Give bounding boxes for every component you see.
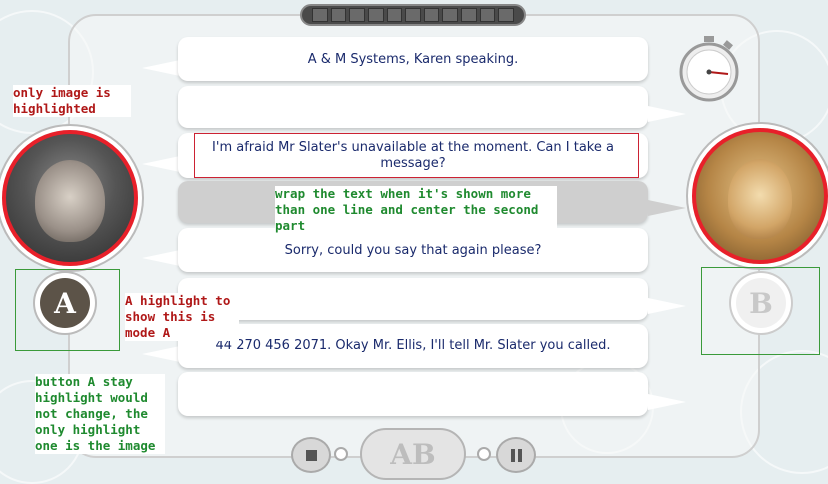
pause-icon <box>510 448 522 462</box>
stop-button[interactable] <box>291 437 331 473</box>
dialogue-bubble-5[interactable]: Sorry, could you say that again please? <box>178 228 648 272</box>
dialogue-bubble-1[interactable]: A & M Systems, Karen speaking. <box>178 37 648 81</box>
dialogue-text: Sorry, could you say that again please? <box>284 242 542 258</box>
bubble-tail <box>648 200 686 216</box>
mode-ab-button[interactable]: AB <box>360 428 466 480</box>
dialogue-bubble-8[interactable] <box>178 372 648 416</box>
mode-ab-label: AB <box>390 437 436 471</box>
annotation-note: wrap the text when it's shown more than … <box>275 186 557 234</box>
dialogue-text: A & M Systems, Karen speaking. <box>307 51 519 67</box>
annotation-note: only image is highlighted <box>13 85 131 117</box>
stop-icon <box>305 449 317 461</box>
speaker-b-portrait[interactable] <box>692 128 828 264</box>
face-icon <box>35 159 105 242</box>
mode-b-label: B <box>749 286 773 320</box>
mode-b-button[interactable]: B <box>736 278 786 328</box>
bubble-tail <box>142 250 180 266</box>
indicator-dot <box>334 447 348 461</box>
dialogue-bubble-7[interactable]: 44 270 456 2071. Okay Mr. Ellis, I'll te… <box>178 324 648 368</box>
indicator-dot <box>477 447 491 461</box>
stopwatch-icon <box>676 34 742 102</box>
annotation-note: A highlight to show this is mode A <box>125 293 239 341</box>
annotation-note: button A stay highlight would not change… <box>35 374 165 454</box>
dialogue-text: 44 270 456 2071. Okay Mr. Ellis, I'll te… <box>215 338 611 353</box>
bubble-tail <box>142 60 180 76</box>
mode-a-button[interactable]: A <box>40 278 90 328</box>
face-icon <box>728 158 792 239</box>
bubble-tail <box>142 346 180 362</box>
mode-a-label: A <box>54 286 76 320</box>
bubble-tail <box>142 156 180 172</box>
speaker-a-portrait[interactable] <box>2 130 138 266</box>
bubble-tail <box>648 394 686 410</box>
pause-button[interactable] <box>496 437 536 473</box>
bubble-tail <box>648 298 686 314</box>
highlight-box <box>194 133 639 178</box>
progress-bar <box>300 4 526 26</box>
dialogue-bubble-6[interactable] <box>178 278 648 320</box>
dialogue-bubble-2[interactable] <box>178 86 648 128</box>
bubble-tail <box>648 106 686 122</box>
